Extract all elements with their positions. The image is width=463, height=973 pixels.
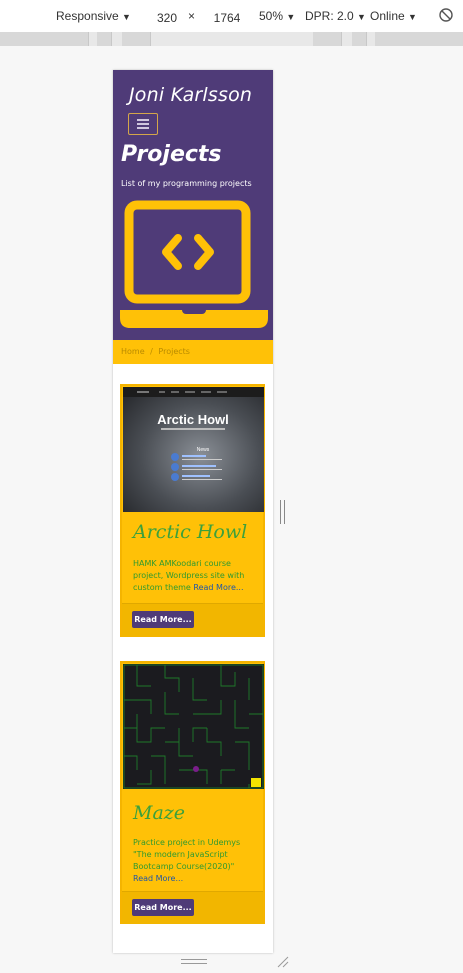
thumb-heading: Arctic Howl	[157, 412, 229, 427]
dpr-label: DPR: 2.0	[305, 9, 354, 23]
breadcrumb: Home / Projects	[113, 340, 273, 364]
chevron-down-icon: ▼	[122, 12, 131, 22]
thumb-news-label: News	[197, 447, 210, 453]
dpr-dropdown[interactable]: DPR: 2.0 ▼	[305, 9, 366, 23]
page-title: Projects	[121, 142, 222, 167]
project-card: Maze Practice project in Udemys "The mod…	[120, 661, 265, 924]
chevron-down-icon: ▼	[408, 12, 417, 22]
breadcrumb-home-link[interactable]: Home	[121, 347, 145, 356]
breadcrumb-separator: /	[150, 347, 153, 356]
rotate-icon[interactable]	[438, 7, 454, 26]
devtools-toolbar: Responsive ▼ × 50% ▼ DPR: 2.0 ▼ Online ▼	[0, 0, 463, 33]
project-thumbnail[interactable]: Arctic Howl News	[123, 387, 264, 512]
arctic-howl-screenshot: Arctic Howl News	[123, 387, 264, 512]
viewport-height-input[interactable]	[206, 6, 248, 30]
page-subtitle: List of my programming projects	[121, 179, 252, 188]
hero-section: Joni Karlsson Projects List of my progra…	[113, 70, 273, 340]
chevron-down-icon: ▼	[286, 12, 296, 22]
read-more-link[interactable]: Read More...	[193, 583, 243, 592]
site-title[interactable]: Joni Karlsson	[129, 84, 252, 106]
device-mode-label: Responsive	[56, 9, 119, 23]
chevron-down-icon: ▼	[357, 12, 366, 22]
project-title[interactable]: Maze	[133, 802, 185, 824]
maze-screenshot	[123, 664, 264, 789]
resize-corner-icon[interactable]	[276, 955, 290, 969]
menu-toggle-button[interactable]	[128, 113, 158, 135]
breadcrumb-current: Projects	[158, 347, 190, 356]
project-title[interactable]: Arctic Howl	[133, 521, 247, 543]
network-label: Online	[370, 9, 405, 23]
laptop-code-icon	[120, 200, 268, 328]
project-card: Arctic Howl News Arctic Howl HAMK AMKood…	[120, 384, 265, 637]
read-more-button[interactable]: Read More...	[132, 899, 194, 916]
device-viewport: Joni Karlsson Projects List of my progra…	[113, 70, 273, 953]
read-more-button[interactable]: Read More...	[132, 611, 194, 628]
project-description-text: Practice project in Udemys "The modern J…	[133, 838, 241, 871]
goal-square	[251, 778, 261, 787]
resize-handle-right[interactable]	[280, 500, 286, 524]
card-footer: Read More...	[122, 891, 263, 924]
card-footer: Read More...	[122, 603, 263, 636]
network-dropdown[interactable]: Online ▼	[370, 9, 417, 23]
zoom-dropdown[interactable]: 50% ▼	[259, 9, 295, 23]
project-description: Practice project in Udemys "The modern J…	[133, 837, 255, 885]
project-thumbnail[interactable]	[123, 664, 264, 789]
resize-handle-bottom[interactable]	[181, 959, 207, 965]
media-query-ruler[interactable]	[0, 32, 463, 46]
zoom-label: 50%	[259, 9, 284, 23]
viewport-width-input[interactable]	[146, 6, 188, 30]
device-mode-dropdown[interactable]: Responsive ▼	[56, 9, 131, 23]
project-description: HAMK AMKoodari course project, Wordpress…	[133, 558, 255, 594]
dimension-separator: ×	[188, 9, 196, 23]
player-dot	[193, 766, 199, 772]
read-more-link[interactable]: Read More...	[133, 874, 183, 883]
